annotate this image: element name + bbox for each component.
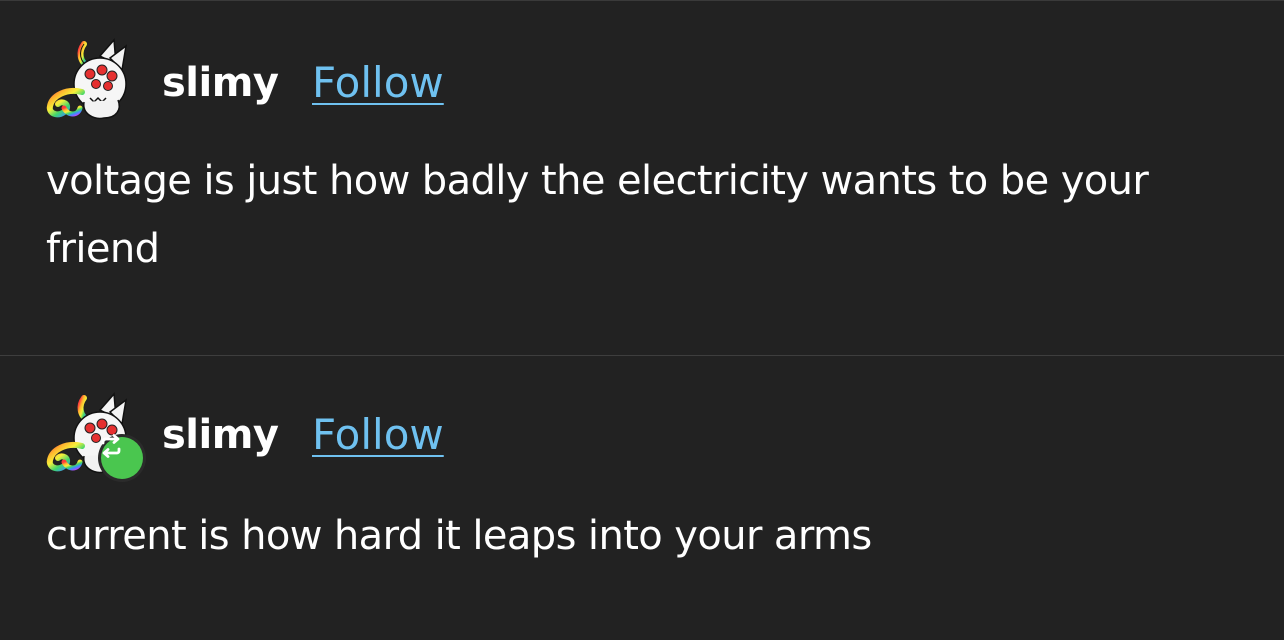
- username[interactable]: slimy: [162, 412, 279, 458]
- creature-avatar-icon: [46, 38, 128, 120]
- avatar[interactable]: [44, 392, 146, 482]
- post: slimy Follow current is how hard it leap…: [0, 356, 1284, 640]
- post: slimy Follow voltage is just how badly t…: [0, 1, 1284, 355]
- reblog-icon: [101, 434, 143, 479]
- follow-button[interactable]: Follow: [312, 58, 444, 107]
- post-header: slimy Follow: [44, 392, 444, 482]
- post-text: current is how hard it leaps into your a…: [46, 513, 872, 559]
- follow-button[interactable]: Follow: [312, 410, 444, 459]
- post-text: voltage is just how badly the electricit…: [46, 158, 1149, 272]
- username[interactable]: slimy: [162, 60, 279, 106]
- avatar[interactable]: [44, 38, 132, 124]
- post-header: slimy Follow: [44, 38, 444, 124]
- reblog-badge: [98, 434, 146, 482]
